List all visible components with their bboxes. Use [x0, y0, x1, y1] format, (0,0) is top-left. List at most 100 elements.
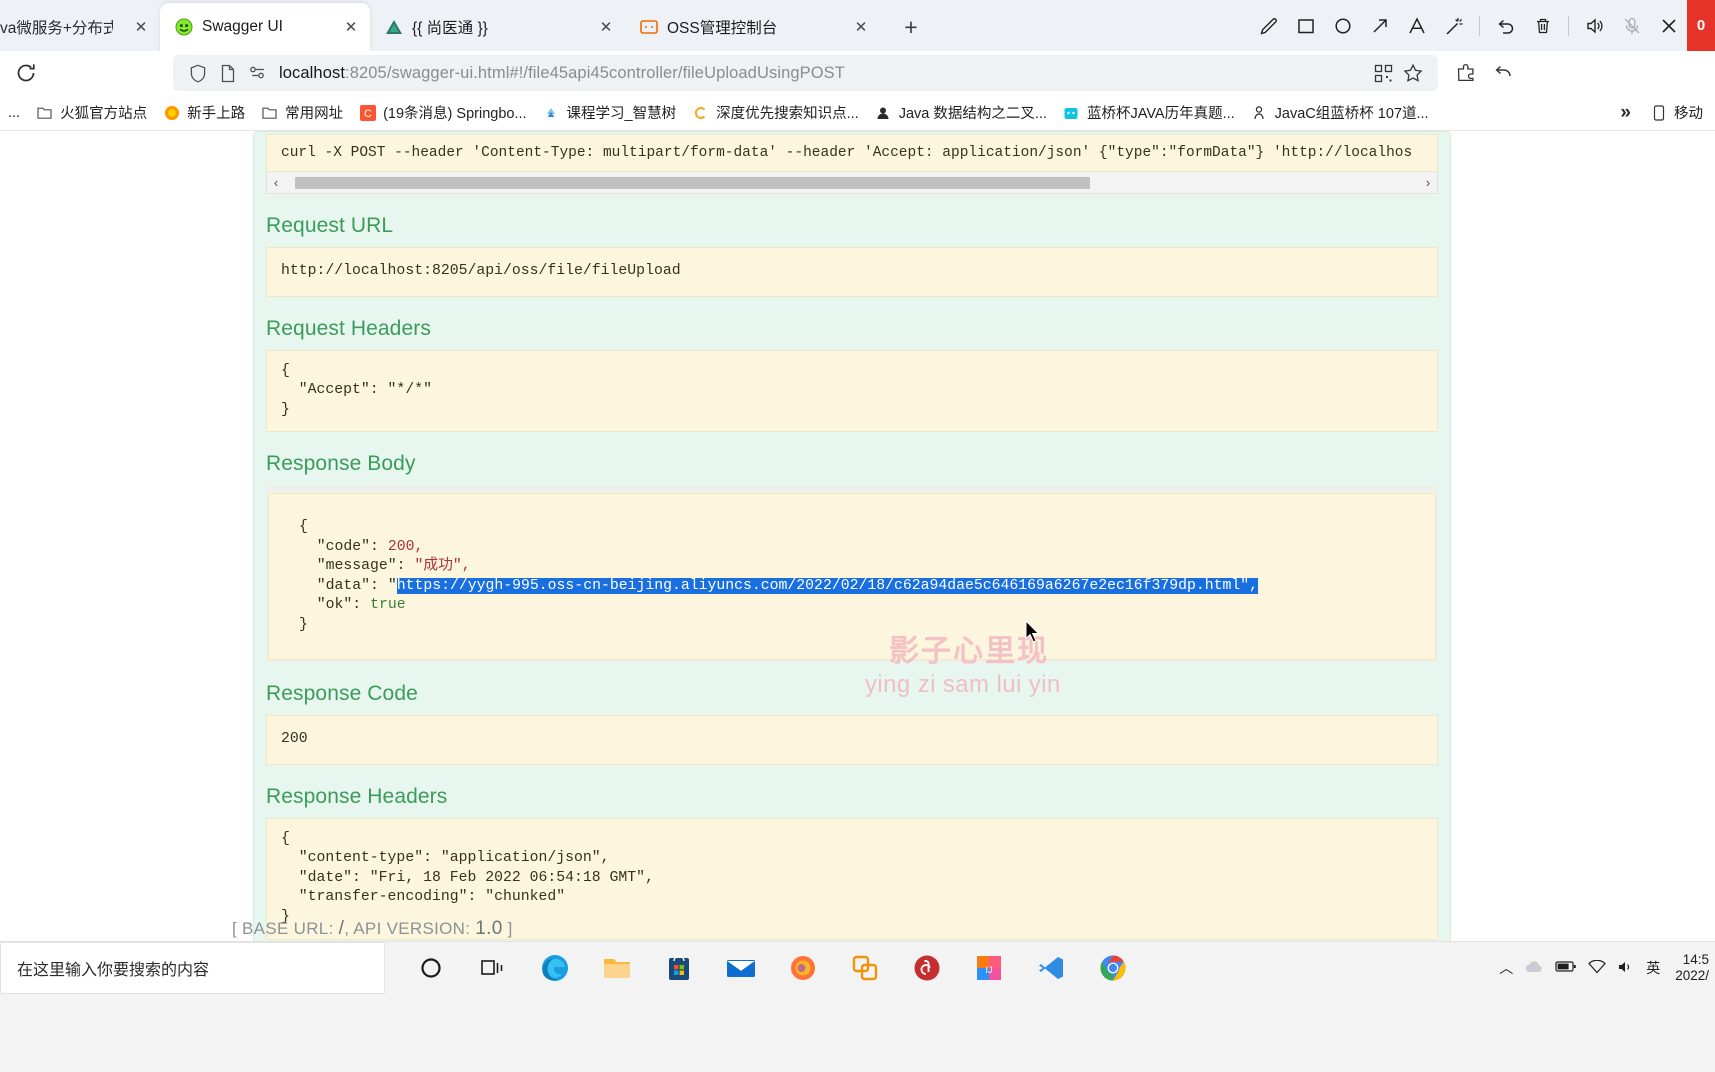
request-url-heading: Request URL — [266, 214, 394, 237]
json-key-data: "data": — [316, 577, 379, 594]
trash-icon[interactable] — [1524, 0, 1561, 51]
bookmark-item[interactable]: Java 数据结构之二叉... — [867, 99, 1055, 126]
pen-icon[interactable] — [1250, 0, 1287, 51]
bookmark-label: 火狐官方站点 — [60, 106, 148, 122]
extensions-icon[interactable] — [1448, 55, 1484, 91]
browser-tab-0[interactable]: va微服务+分布式+全栈 ✕ — [0, 3, 160, 51]
json-value-ok: true — [370, 597, 406, 614]
ime-indicator[interactable]: 英 — [1646, 958, 1660, 978]
url-text: localhost:8205/swagger-ui.html#!/file45a… — [279, 63, 845, 82]
netease-music-icon[interactable] — [896, 942, 958, 994]
bookmark-item[interactable]: JavaC组蓝桥杯 107道... — [1243, 99, 1437, 126]
intellij-idea-icon[interactable]: IJ — [958, 942, 1020, 994]
browser-tab-3[interactable]: OSS管理控制台 ✕ — [625, 3, 880, 51]
arrow-icon[interactable] — [1361, 0, 1398, 51]
microsoft-store-icon[interactable] — [648, 942, 710, 994]
record-badge[interactable]: 0 — [1687, 0, 1715, 51]
bookmark-item[interactable]: 常用网址 — [253, 99, 351, 126]
address-bar[interactable]: localhost:8205/swagger-ui.html#!/file45a… — [173, 55, 1438, 91]
bookmarks-overflow: » 移动 — [1620, 99, 1715, 126]
scrollbar-thumb[interactable] — [295, 176, 1090, 189]
json-value-message: "成功", — [414, 558, 471, 575]
tray-chevron-icon[interactable]: ︿ — [1499, 958, 1513, 978]
bookmark-label: 新手上路 — [187, 106, 246, 122]
undo-arrow-icon[interactable] — [1486, 55, 1522, 91]
cortana-icon[interactable] — [400, 942, 462, 994]
tracking-protection-icon[interactable] — [243, 58, 273, 88]
browser-tab-2[interactable]: {{ 尚医通 }} ✕ — [370, 3, 625, 51]
bookmark-item-mobile[interactable]: 移动 — [1642, 99, 1711, 126]
new-tab-button[interactable]: + — [894, 10, 928, 44]
battery-icon[interactable] — [1555, 960, 1577, 976]
browser-nav-bar: localhost:8205/swagger-ui.html#!/file45a… — [0, 51, 1715, 95]
vmware-icon[interactable] — [834, 942, 896, 994]
clock-time: 14:5 — [1682, 951, 1709, 967]
mic-muted-icon[interactable] — [1613, 0, 1650, 51]
bookmark-item[interactable]: 课程学习_智慧树 — [535, 99, 685, 126]
firefox-icon — [163, 104, 180, 121]
bookmark-label: (19条消息) Springbo... — [383, 106, 527, 122]
taskbar-search-box[interactable]: 在这里输入你要搜索的内容 — [0, 942, 385, 994]
reload-icon[interactable] — [4, 51, 48, 95]
swagger-icon — [174, 18, 193, 37]
json-data-open-quote: " — [387, 577, 397, 594]
bookmark-item[interactable]: 火狐官方站点 — [28, 99, 155, 126]
magic-wand-icon[interactable] — [1435, 0, 1472, 51]
csdn-icon: C — [359, 104, 376, 121]
nav-right-buttons — [1448, 55, 1522, 91]
response-body-value: { "code": 200, "message": "成功", "data": … — [268, 493, 1436, 661]
text-icon[interactable] — [1398, 0, 1435, 51]
footer-middle: , API VERSION: — [344, 919, 476, 938]
toolbar-divider — [1479, 15, 1480, 36]
json-value-code: 200, — [387, 538, 424, 555]
vue-triangle-icon — [384, 18, 403, 37]
mail-icon[interactable] — [710, 942, 772, 994]
ellipse-icon[interactable] — [1324, 0, 1361, 51]
annotation-toolbar: 0 — [1250, 0, 1715, 51]
response-panel: curl -X POST --header 'Content-Type: mul… — [253, 131, 1451, 941]
tab-close-icon[interactable]: ✕ — [593, 14, 619, 40]
task-view-icon[interactable] — [462, 942, 524, 994]
chevron-double-right-icon[interactable]: » — [1620, 102, 1630, 124]
page-info-icon[interactable] — [213, 58, 243, 88]
cloud-icon[interactable] — [1524, 960, 1544, 977]
tab-close-icon[interactable]: ✕ — [128, 14, 154, 40]
rectangle-icon[interactable] — [1287, 0, 1324, 51]
bookmark-item[interactable]: C (19条消息) Springbo... — [351, 99, 534, 126]
svg-text:C: C — [364, 108, 372, 120]
avatar-icon — [875, 104, 892, 121]
taskbar-system-tray: ︿ 英 14:5 2022/ — [1499, 942, 1709, 994]
scrollbar-track[interactable] — [285, 175, 1419, 190]
browser-tab-1[interactable]: Swagger UI ✕ — [160, 3, 370, 51]
edge-icon[interactable] — [524, 942, 586, 994]
qr-code-icon[interactable] — [1368, 58, 1398, 88]
speaker-icon[interactable] — [1576, 0, 1613, 51]
tab-close-icon[interactable]: ✕ — [338, 14, 364, 40]
taskbar-clock[interactable]: 14:5 2022/ — [1671, 952, 1709, 984]
vscode-icon[interactable] — [1020, 942, 1082, 994]
json-value-data-selected[interactable]: https://yygh-995.oss-cn-beijing.aliyuncs… — [396, 577, 1259, 594]
folder-icon — [36, 104, 53, 121]
scroll-right-icon[interactable]: › — [1419, 175, 1437, 190]
bookmark-item[interactable]: 新手上路 — [155, 99, 253, 126]
footer-api-version: 1.0 — [475, 918, 503, 939]
network-icon[interactable] — [1588, 959, 1607, 977]
close-icon[interactable] — [1650, 0, 1687, 51]
undo-icon[interactable] — [1487, 0, 1524, 51]
tab-close-icon[interactable]: ✕ — [848, 14, 874, 40]
json-open-brace: { — [299, 519, 308, 536]
firefox-icon[interactable] — [772, 942, 834, 994]
bookmark-label: ... — [8, 104, 21, 121]
bookmark-star-icon[interactable] — [1398, 58, 1428, 88]
bookmark-item[interactable]: 深度优先搜索知识点... — [684, 99, 867, 126]
file-explorer-icon[interactable] — [586, 942, 648, 994]
volume-icon[interactable] — [1617, 960, 1635, 977]
bookmark-item[interactable]: 蓝桥杯JAVA历年真题... — [1055, 99, 1243, 126]
json-key-ok: "ok": — [316, 597, 362, 614]
chrome-icon[interactable] — [1082, 942, 1144, 994]
bookmark-item[interactable]: ... — [0, 102, 28, 124]
taskbar-icons: IJ — [400, 942, 1144, 994]
c-icon — [692, 104, 709, 121]
curl-horizontal-scrollbar[interactable]: ‹ › — [266, 172, 1438, 194]
scroll-left-icon[interactable]: ‹ — [267, 175, 285, 190]
